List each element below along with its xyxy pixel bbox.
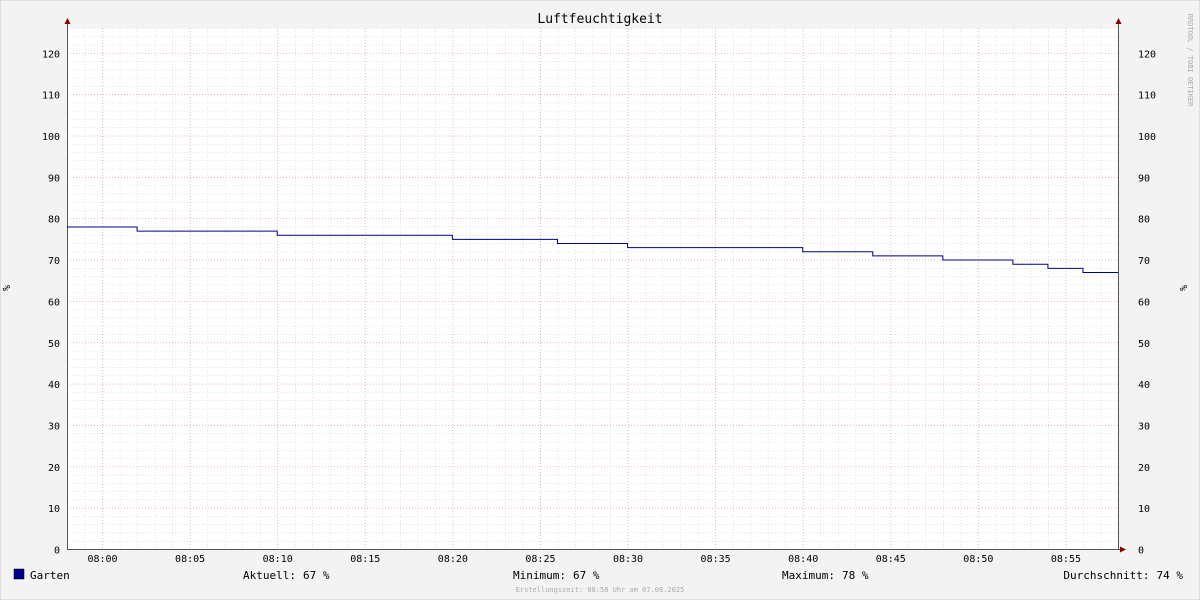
y-tick-label-left: 0	[54, 546, 60, 557]
y-tick-label-left: 20	[48, 463, 60, 474]
y-tick-label-right: 80	[1138, 215, 1150, 226]
x-tick-label: 08:30	[613, 554, 643, 565]
y-tick-label-right: 100	[1138, 132, 1156, 143]
y-tick-label-left: 100	[42, 132, 60, 143]
x-tick-label: 08:10	[263, 554, 293, 565]
y-tick-label-left: 110	[42, 91, 60, 102]
y-tick-label-left: 70	[48, 256, 60, 267]
x-tick-label: 08:55	[1051, 554, 1081, 565]
y-tick-label-right: 120	[1138, 49, 1156, 60]
x-tick-label: 08:50	[963, 554, 993, 565]
legend-swatch	[13, 568, 25, 580]
x-tick-label: 08:35	[701, 554, 731, 565]
y-tick-label-right: 60	[1138, 297, 1150, 308]
x-tick-label: 08:45	[876, 554, 906, 565]
legend-avg-value: 74 %	[1157, 569, 1184, 582]
y-tick-label-left: 40	[48, 380, 60, 391]
plot-area	[67, 28, 1118, 549]
watermark: RRDTOOL / TOBI OETIKER	[1186, 14, 1194, 108]
y-tick-label-left: 10	[48, 504, 60, 515]
y-tick-label-left: 120	[42, 49, 60, 60]
y-tick-label-right: 30	[1138, 421, 1150, 432]
chart: 0 0 10 10 20 20 30 30 40 40 50 50 60 60 70 70 80 80 90 90 10…	[0, 0, 1200, 600]
y-tick-label-left: 50	[48, 339, 60, 350]
y-axis-label-left: %	[2, 285, 13, 291]
chart-title: Luftfeuchtigkeit	[537, 12, 662, 27]
x-tick-label: 08:25	[525, 554, 555, 565]
legend-current-value: 67 %	[303, 569, 330, 582]
legend-minimum: Minimum: 67 %	[513, 569, 600, 582]
y-tick-label-right: 90	[1138, 173, 1150, 184]
legend-max-value: 78 %	[842, 569, 869, 582]
y-tick-label-left: 90	[48, 173, 60, 184]
x-tick-label: 08:40	[788, 554, 818, 565]
y-tick-label-right: 110	[1138, 91, 1156, 102]
legend-current: Aktuell: 67 %	[243, 569, 330, 582]
y-tick-label-right: 40	[1138, 380, 1150, 391]
x-tick-label: 08:00	[87, 554, 117, 565]
y-tick-label-left: 80	[48, 215, 60, 226]
x-tick-label: 08:05	[175, 554, 205, 565]
x-tick-label: 08:20	[438, 554, 468, 565]
legend-current-label: Aktuell:	[243, 569, 296, 582]
legend-avg-label: Durchschnitt:	[1063, 569, 1149, 582]
x-tick-label: 08:15	[350, 554, 380, 565]
y-tick-label-right: 50	[1138, 339, 1150, 350]
y-tick-label-right: 0	[1138, 546, 1144, 557]
legend-min-label: Minimum:	[513, 569, 566, 582]
legend-average: Durchschnitt: 74 %	[1063, 569, 1183, 582]
y-tick-label-right: 10	[1138, 504, 1150, 515]
y-tick-label-left: 30	[48, 421, 60, 432]
legend-maximum: Maximum: 78 %	[782, 569, 869, 582]
y-tick-label-right: 70	[1138, 256, 1150, 267]
y-axis-label-right: %	[1177, 285, 1188, 291]
footer-timestamp: Erstellungszeit: 08:58 Uhr am 07.08.2025	[516, 586, 685, 594]
legend-max-label: Maximum:	[782, 569, 835, 582]
y-tick-label-left: 60	[48, 297, 60, 308]
legend-min-value: 67 %	[573, 569, 600, 582]
y-tick-label-right: 20	[1138, 463, 1150, 474]
legend-series-label: Garten	[30, 569, 70, 582]
